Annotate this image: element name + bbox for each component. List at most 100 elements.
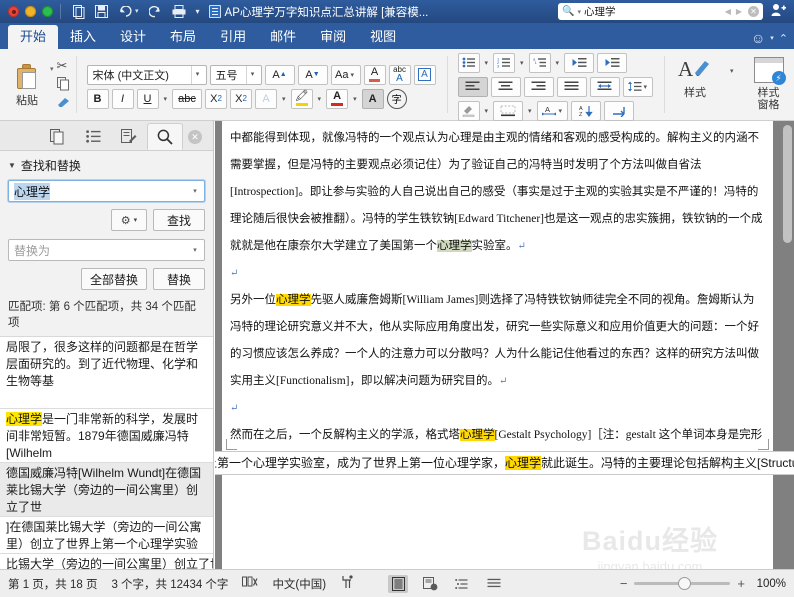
feedback-caret-icon[interactable]: ▾ xyxy=(770,34,774,42)
scissors-icon[interactable]: ✂ xyxy=(57,58,71,74)
paragraph-spacer-2[interactable]: ↵ xyxy=(230,395,763,422)
text-effects-button[interactable]: A xyxy=(255,88,278,109)
increase-indent-icon[interactable] xyxy=(597,52,628,73)
character-border-button[interactable]: A xyxy=(413,64,436,85)
styles-button[interactable]: A 样式 xyxy=(672,53,718,99)
maximize-window-button[interactable] xyxy=(42,6,53,17)
show-formatting-marks-icon[interactable] xyxy=(604,100,635,121)
multilevel-list-icon[interactable]: a1 xyxy=(528,52,551,73)
sidebar-panel-header[interactable]: ▼ 查找和替换 xyxy=(0,151,213,180)
zoom-slider[interactable] xyxy=(634,577,731,590)
language-label[interactable]: 中文(中国) xyxy=(272,576,326,592)
numbered-list-icon[interactable]: 123 xyxy=(493,52,516,73)
clear-search-icon[interactable]: ✕ xyxy=(748,6,759,17)
bullet-list-caret[interactable]: ▾ xyxy=(483,59,491,67)
find-options-button[interactable]: ⚙ ▾ xyxy=(111,209,147,231)
font-name-combo[interactable]: 宋体 (中文正文) ▾ xyxy=(86,64,207,85)
tab-view[interactable]: 视图 xyxy=(358,25,408,49)
tab-review[interactable]: 审阅 xyxy=(308,25,358,49)
shrink-font-button[interactable]: A ▼ xyxy=(297,64,328,85)
list-item[interactable]: 比锡大学（旁边的一间公寓里）创立了世界上第 xyxy=(0,554,213,569)
format-painter-icon[interactable] xyxy=(57,96,71,112)
paragraph-1[interactable]: 中都能得到体现，就像冯特的一个观点认为心理是由主观的情绪和客观的感受构成的。解构… xyxy=(230,125,763,260)
list-item[interactable]: 德国威廉冯特[Wilhelm Wundt]在德国莱比锡大学（旁边的一间公寓里）创… xyxy=(0,463,213,517)
save-icon[interactable] xyxy=(90,2,113,22)
undo-dropdown-caret[interactable]: ▾ xyxy=(135,8,139,15)
document-canvas[interactable]: 中都能得到体现，就像冯特的一个观点认为心理是由主观的情绪和客观的感受构成的。解构… xyxy=(215,121,794,569)
redo-icon[interactable] xyxy=(144,2,167,22)
text-direction-icon[interactable]: A ▾ xyxy=(536,100,569,121)
paragraph-shading-caret[interactable]: ▾ xyxy=(483,107,491,115)
zoom-in-button[interactable]: + xyxy=(737,576,745,591)
sort-icon[interactable]: AZ xyxy=(571,100,602,121)
bullet-list-icon[interactable] xyxy=(457,52,480,73)
subscript-button[interactable]: X2 xyxy=(205,88,228,109)
copy-icon[interactable] xyxy=(56,76,71,93)
zoom-out-button[interactable]: − xyxy=(620,576,628,591)
grow-font-button[interactable]: A ▲ xyxy=(264,64,295,85)
replace-input[interactable]: 替换为 ▾ xyxy=(8,239,205,261)
text-shading-button[interactable]: A xyxy=(361,88,384,109)
page-info-label[interactable]: 第 1 页，共 18 页 xyxy=(8,576,97,592)
highlight-caret[interactable]: ▾ xyxy=(316,95,324,103)
floating-text-overlay[interactable]: 界上第一个心理学实验室，成为了世界上第一位心理学家，心理学就此诞生。冯特的主要理… xyxy=(215,451,794,475)
align-right-icon[interactable] xyxy=(523,76,554,97)
replace-history-caret[interactable]: ▾ xyxy=(188,246,202,254)
paste-button[interactable]: 粘贴 xyxy=(5,62,49,108)
borders-icon[interactable] xyxy=(493,100,524,121)
sidebar-tab-search[interactable] xyxy=(147,123,183,150)
search-input[interactable]: 心理学 xyxy=(584,4,721,19)
line-spacing-icon[interactable]: ▾ xyxy=(622,76,654,97)
close-sidebar-button[interactable]: ✕ xyxy=(183,123,207,150)
search-next-button[interactable]: ▶ xyxy=(735,7,743,16)
sidebar-tab-thumbnails[interactable] xyxy=(39,123,75,150)
list-item[interactable]: ]在德国莱比锡大学（旁边的一间公寓里）创立了世界上第一个心理学实验室，成为 xyxy=(0,517,213,554)
tab-references[interactable]: 引用 xyxy=(208,25,258,49)
underline-button[interactable]: U xyxy=(136,88,159,109)
new-document-icon[interactable] xyxy=(68,2,90,22)
undo-icon[interactable]: ▾ xyxy=(113,2,144,22)
feedback-smiley-icon[interactable]: ☺ xyxy=(751,30,765,46)
highlight-color-button[interactable]: 🖍 xyxy=(290,88,313,109)
find-history-caret[interactable]: ▾ xyxy=(188,187,202,195)
find-input[interactable]: 心理学 ▾ xyxy=(8,180,205,202)
change-case-button[interactable]: Aa ▾ xyxy=(330,64,361,85)
document-text[interactable]: 中都能得到体现，就像冯特的一个观点认为心理是由主观的情绪和客观的感受构成的。解构… xyxy=(222,121,773,476)
styles-caret[interactable]: ▾ xyxy=(728,67,736,75)
underline-caret[interactable]: ▾ xyxy=(162,95,170,103)
multilevel-list-caret[interactable]: ▾ xyxy=(554,59,562,67)
search-box[interactable]: 🔍 ▾ 心理学 ◀ ▶ ✕ xyxy=(558,3,763,20)
tab-layout[interactable]: 布局 xyxy=(158,25,208,49)
superscript-button[interactable]: X2 xyxy=(230,88,253,109)
tab-home[interactable]: 开始 xyxy=(8,25,59,49)
text-direction-caret[interactable]: ▾ xyxy=(557,107,565,115)
paragraph-shading-icon[interactable] xyxy=(457,100,480,121)
change-case-caret[interactable]: ▾ xyxy=(348,71,356,79)
sidebar-tab-outline[interactable] xyxy=(75,123,111,150)
styles-pane-button[interactable]: ⚡ 样式 窗格 xyxy=(746,53,792,111)
line-spacing-caret[interactable]: ▾ xyxy=(642,83,650,91)
align-left-icon[interactable] xyxy=(457,76,488,97)
list-item[interactable]: 心理学是一门非常新的科学，发展时间非常短暂。1879年德国威廉冯特[Wilhel… xyxy=(0,409,213,463)
sidebar-tab-review[interactable] xyxy=(111,123,147,150)
list-item[interactable]: 局限了，很多这样的问题都是在哲学层面研究的。到了近代物理、化学和生物等基 xyxy=(0,337,213,409)
phonetic-guide-button[interactable]: abc A xyxy=(388,64,411,85)
word-count-label[interactable]: 3 个字，共 12434 个字 xyxy=(111,576,228,592)
decrease-indent-icon[interactable] xyxy=(564,52,595,73)
replace-all-button[interactable]: 全部替换 xyxy=(80,268,147,290)
numbered-list-caret[interactable]: ▾ xyxy=(518,59,526,67)
strikethrough-button[interactable]: abc xyxy=(172,88,203,109)
align-center-icon[interactable] xyxy=(490,76,521,97)
minimize-window-button[interactable] xyxy=(25,6,36,17)
accessibility-icon[interactable] xyxy=(340,575,354,592)
text-effects-caret[interactable]: ▾ xyxy=(280,95,288,103)
paragraph-spacer[interactable]: ↵ xyxy=(230,260,763,287)
borders-caret[interactable]: ▾ xyxy=(526,107,534,115)
share-user-icon[interactable] xyxy=(771,3,788,20)
font-name-caret[interactable]: ▾ xyxy=(190,65,204,84)
tab-mailings[interactable]: 邮件 xyxy=(258,25,308,49)
search-scope-caret[interactable]: ▾ xyxy=(577,8,581,16)
collapse-ribbon-icon[interactable]: ⌃ xyxy=(779,32,788,45)
justify-icon[interactable] xyxy=(556,76,587,97)
draft-view-button[interactable] xyxy=(484,575,504,593)
